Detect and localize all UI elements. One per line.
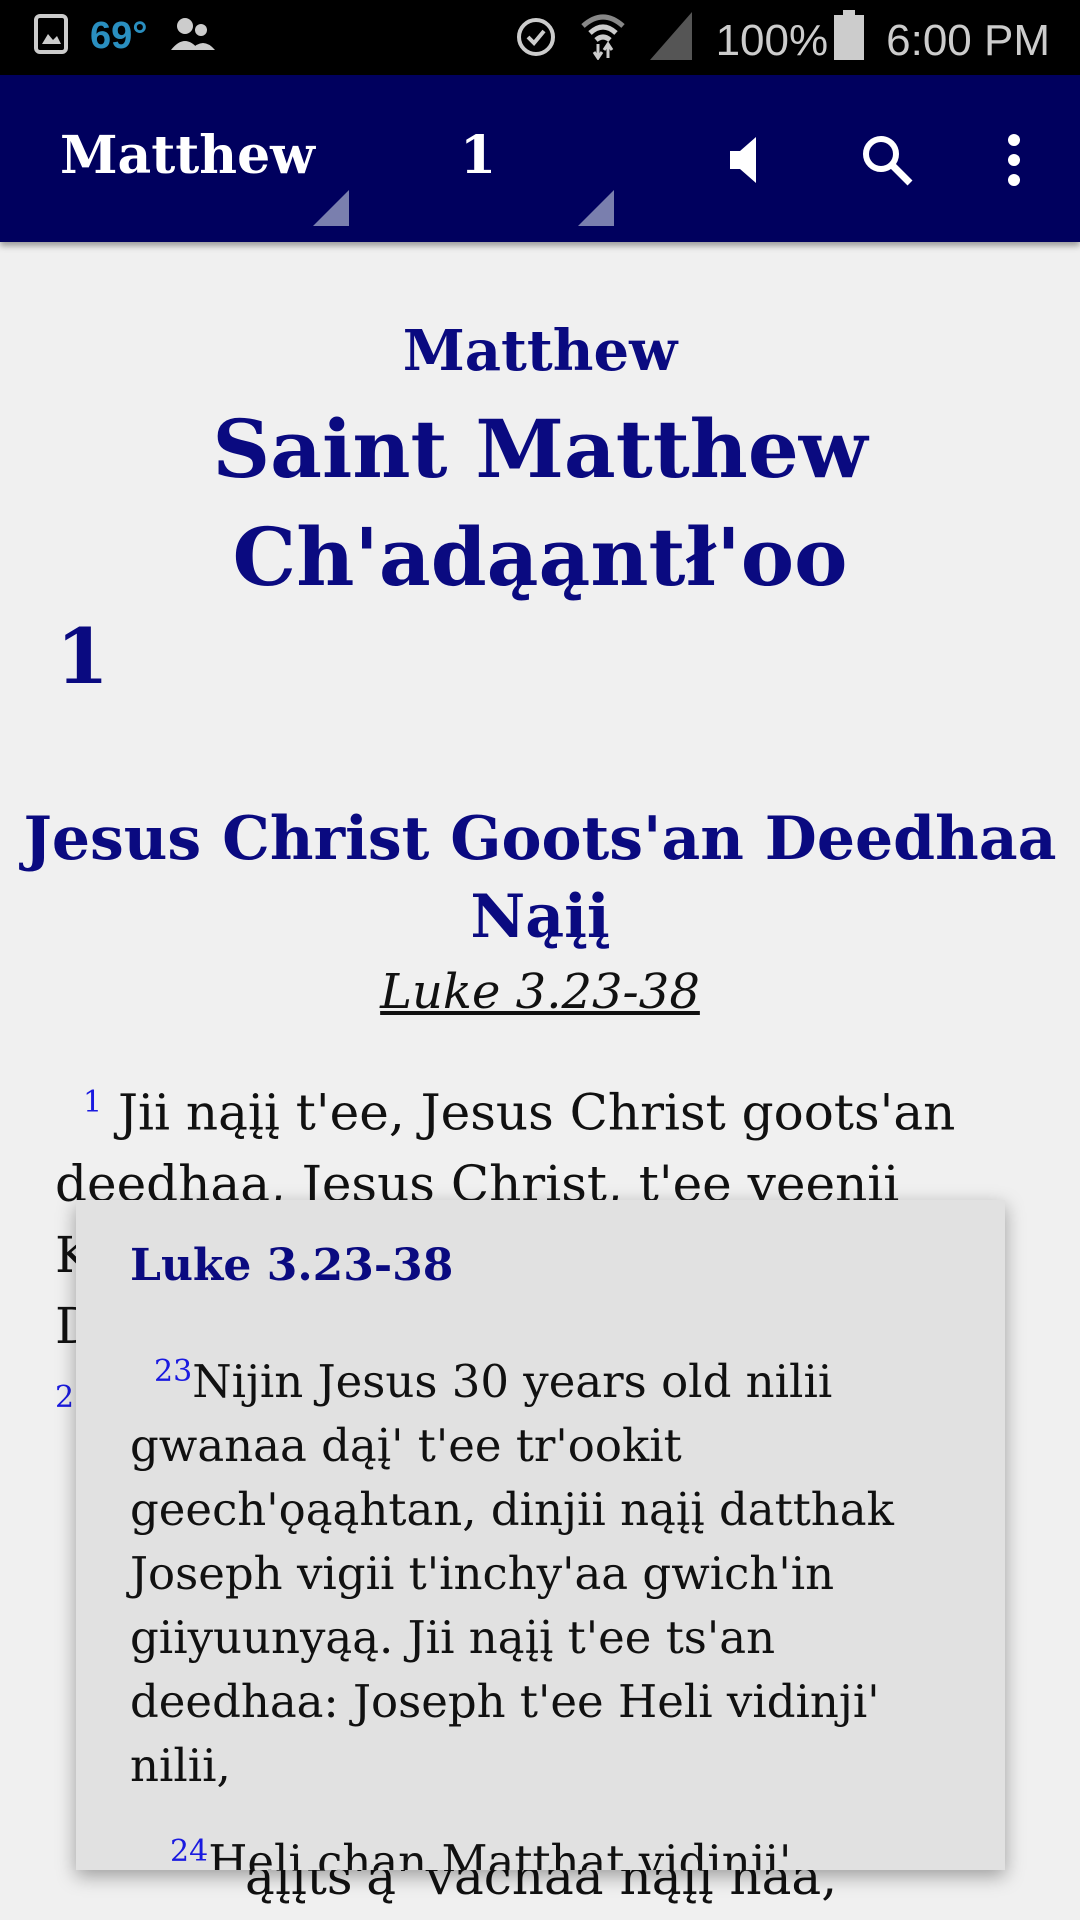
search-icon[interactable] [860,133,914,191]
verse-number: 24 [170,1834,209,1869]
section-heading-line-2: Nąįį [470,882,610,952]
weather-temperature: 69° [90,15,148,57]
more-options-icon[interactable] [1002,133,1026,191]
status-bar: 69° 100% 6:00 PM [0,0,1080,75]
book-dropdown-indicator [313,190,349,226]
signal-icon [648,10,694,71]
popup-verse-23: 23Nijin Jesus 30 years old nilii gwanaa … [130,1340,960,1798]
verse-number: 1 [83,1085,103,1120]
chapter-number: 1 [56,612,109,701]
verse-number: 2 [55,1379,75,1415]
book-short-title: Matthew [402,318,678,384]
cross-reference-popup[interactable]: Luke 3.23-38 23Nijin Jesus 30 years old … [76,1200,1005,1870]
book-selector[interactable]: Matthew [60,125,315,186]
clock: 6:00 PM [886,15,1050,65]
wifi-icon [580,10,626,71]
toolbar: Matthew 1 [0,75,1080,242]
cross-reference-link[interactable]: Luke 3.23-38 [0,964,1080,1020]
gallery-icon [34,14,68,59]
battery-level: 100% [715,15,829,65]
verse-text: Heli chan Matthat vidinji' [208,1835,792,1870]
book-title-line-1: Saint Matthew [212,402,868,496]
chapter-selector[interactable]: 1 [460,125,496,186]
section-heading-line-1: Jesus Christ Goots'an Deedhaa [23,804,1057,874]
verse-text: Nijin Jesus 30 years old nilii gwanaa dą… [130,1355,894,1792]
chapter-dropdown-indicator [578,190,614,226]
battery-icon [834,10,865,71]
people-icon [169,16,217,57]
verse-text: Jii nąįį t'ee, Jesus Christ goots'an dee… [55,1083,956,1213]
popup-verse-24: 24Heli chan Matthat vidinji' [130,1820,960,1870]
verse-number: 23 [154,1354,193,1389]
speaker-icon[interactable] [726,135,760,189]
popup-title: Luke 3.23-38 [130,1240,454,1291]
book-title-line-2: Ch'adąąntł'oo [232,510,848,604]
alarm-icon [514,12,558,69]
